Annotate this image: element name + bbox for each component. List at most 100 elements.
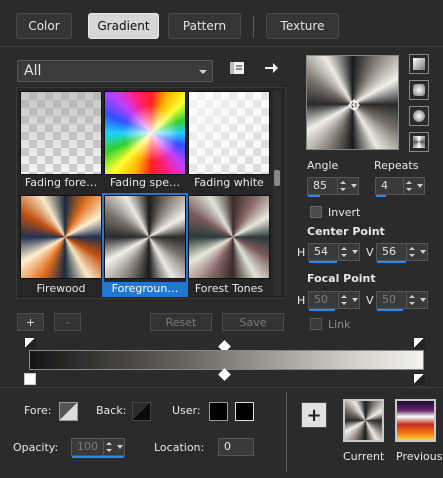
- center-h-dropdown-icon[interactable]: [352, 250, 358, 254]
- center-v-dropdown-icon[interactable]: [420, 250, 426, 254]
- center-v-label: V: [366, 246, 374, 259]
- top-divider: [0, 46, 443, 47]
- fore-color-swatch[interactable]: [59, 402, 78, 421]
- center-v-field[interactable]: 56: [376, 243, 428, 263]
- gallery-item-fading-foreground[interactable]: [20, 91, 102, 175]
- user-color-swatch[interactable]: [209, 402, 228, 421]
- add-swatch-label: +: [306, 404, 322, 426]
- opacity-value: 100: [77, 440, 98, 453]
- book-icon[interactable]: [228, 60, 246, 76]
- location-label: Location:: [154, 441, 205, 454]
- center-h-stepper[interactable]: [338, 244, 348, 260]
- gradient-swatch: [104, 195, 186, 279]
- center-h-level-bar: [309, 261, 337, 263]
- previous-gradient-swatch[interactable]: [395, 399, 436, 442]
- opacity-stepper[interactable]: [103, 439, 113, 455]
- angle-field[interactable]: 85: [307, 177, 359, 197]
- link-label: Link: [328, 318, 351, 331]
- tab-gradient-label: Gradient: [97, 19, 150, 33]
- current-gradient-swatch[interactable]: [343, 399, 384, 442]
- focal-h-stepper[interactable]: [338, 292, 348, 308]
- back-color-swatch[interactable]: [132, 402, 151, 421]
- square-icon[interactable]: [409, 54, 429, 74]
- gallery-item-fading-white[interactable]: [188, 91, 270, 175]
- stop-swap-icon[interactable]: [413, 337, 425, 349]
- gradient-bar[interactable]: [29, 350, 424, 370]
- gallery-item-label: Fading spe…: [109, 176, 181, 189]
- reset-label: Reset: [165, 315, 197, 329]
- repeats-level-bar: [376, 195, 386, 197]
- reset-button[interactable]: Reset: [150, 313, 212, 331]
- category-dropdown[interactable]: All: [17, 60, 213, 82]
- gallery-item-firewood[interactable]: [20, 195, 102, 279]
- repeats-dropdown-icon[interactable]: [417, 184, 423, 188]
- angle-stepper[interactable]: [337, 178, 347, 194]
- add-gradient-button[interactable]: +: [17, 313, 44, 331]
- circle-glyph: [413, 110, 425, 122]
- repeats-stepper[interactable]: [403, 178, 413, 194]
- gallery-item-forest-tones[interactable]: [188, 195, 270, 279]
- save-label: Save: [239, 315, 267, 329]
- gallery-scrollbar[interactable]: [273, 90, 281, 296]
- tab-texture[interactable]: Texture: [266, 13, 339, 39]
- gradient-preview[interactable]: [306, 55, 399, 150]
- gallery-item-label: Forest Tones: [194, 282, 264, 295]
- remove-gradient-button[interactable]: -: [54, 313, 81, 331]
- current-label: Current: [343, 450, 385, 463]
- arrow-right-icon[interactable]: [263, 60, 279, 76]
- center-point-handle[interactable]: [347, 98, 361, 112]
- angle-dropdown-icon[interactable]: [351, 184, 357, 188]
- location-value: 0: [224, 440, 231, 453]
- gallery-scroll-thumb[interactable]: [274, 170, 280, 186]
- gallery-item-label: Fading white: [194, 176, 264, 189]
- focal-point-label: Focal Point: [307, 272, 376, 285]
- focal-v-field[interactable]: 50: [376, 291, 428, 311]
- gallery-item-foreground-background[interactable]: [104, 195, 186, 279]
- center-v-stepper[interactable]: [406, 244, 416, 260]
- midpoint-marker[interactable]: [218, 368, 231, 381]
- stop-swap-icon[interactable]: [24, 337, 36, 349]
- focal-v-level-bar: [377, 309, 403, 311]
- center-h-value: 54: [314, 245, 328, 258]
- location-field[interactable]: 0: [218, 438, 254, 456]
- opacity-dropdown-icon[interactable]: [117, 445, 123, 449]
- focal-h-level-bar: [309, 309, 335, 311]
- rounded-square-icon[interactable]: [409, 80, 429, 100]
- link-checkbox[interactable]: [310, 318, 322, 330]
- gallery-item-label: Fading fore…: [24, 176, 98, 189]
- focal-v-dropdown-icon[interactable]: [420, 298, 426, 302]
- caret-down-icon: [199, 70, 207, 74]
- start-color-stop[interactable]: [24, 373, 36, 385]
- center-v-level-bar: [377, 261, 406, 263]
- rectangle-glyph: [413, 136, 425, 148]
- focal-h-field[interactable]: 50: [308, 291, 360, 311]
- rectangle-icon[interactable]: [409, 132, 429, 152]
- tab-gradient[interactable]: Gradient: [88, 13, 159, 39]
- center-h-field[interactable]: 54: [308, 243, 360, 263]
- focal-h-dropdown-icon[interactable]: [352, 298, 358, 302]
- category-selected: All: [24, 63, 42, 79]
- center-h-label: H: [297, 246, 306, 259]
- focal-v-stepper[interactable]: [406, 292, 416, 308]
- tab-pattern[interactable]: Pattern: [168, 13, 241, 39]
- tab-pattern-label: Pattern: [182, 19, 227, 33]
- angle-label: Angle: [307, 159, 339, 172]
- opacity-field[interactable]: 100: [71, 438, 125, 458]
- gallery-item-label-selected: Foregroun…: [104, 282, 186, 296]
- repeats-field[interactable]: 4: [375, 177, 425, 197]
- tab-divider: [253, 16, 254, 38]
- add-swatch-button[interactable]: +: [301, 402, 327, 428]
- angle-value: 85: [313, 179, 327, 192]
- end-color-stop[interactable]: [413, 373, 425, 385]
- user-color-swatch-2[interactable]: [235, 402, 254, 421]
- circle-icon[interactable]: [409, 106, 429, 126]
- angle-level-bar: [308, 195, 320, 197]
- gradient-swatch: [104, 91, 186, 175]
- tab-color[interactable]: Color: [16, 13, 72, 39]
- gallery-item-fading-spectrum[interactable]: [104, 91, 186, 175]
- repeats-label: Repeats: [374, 159, 419, 172]
- fore-label: Fore:: [24, 404, 52, 417]
- gradient-swatch: [188, 91, 270, 175]
- save-button[interactable]: Save: [222, 313, 284, 331]
- invert-checkbox[interactable]: [310, 206, 322, 218]
